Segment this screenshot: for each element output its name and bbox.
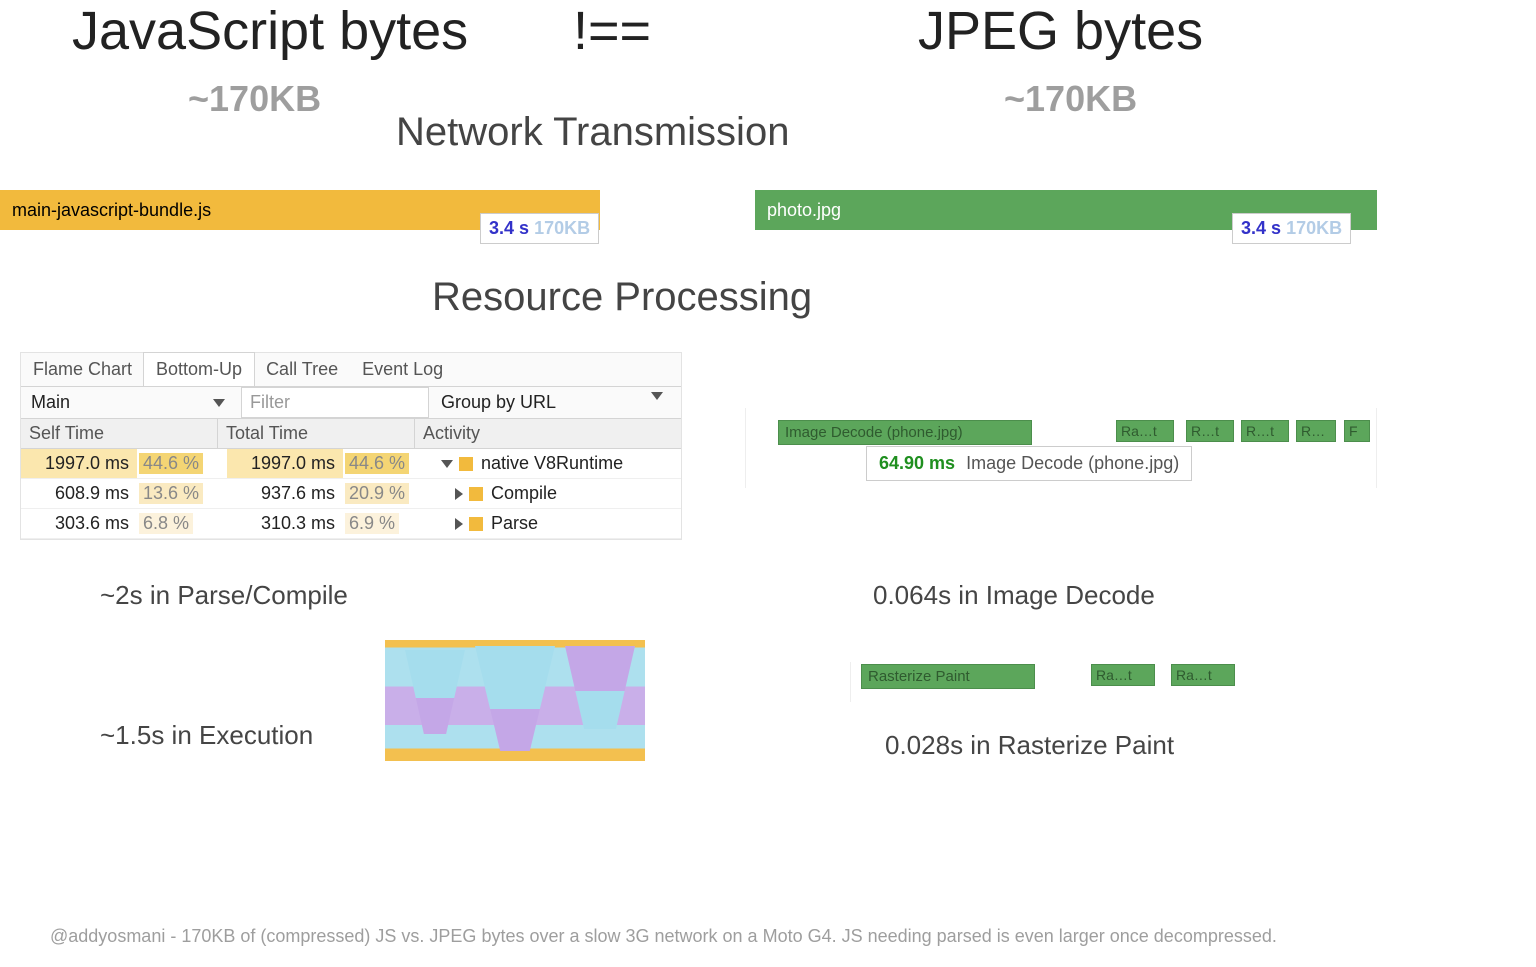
devtools-bottom-up-panel: Flame Chart Bottom-Up Call Tree Event Lo… (20, 352, 682, 540)
resource-heading: Resource Processing (432, 275, 812, 320)
filter-input[interactable]: Filter (241, 387, 429, 418)
expand-arrow-icon[interactable] (455, 518, 463, 530)
right-size: ~170KB (1004, 78, 1137, 120)
table-row[interactable]: 303.6 ms 6.8 % 310.3 ms 6.9 % Parse (21, 509, 681, 539)
tab-call-tree[interactable]: Call Tree (254, 353, 350, 386)
image-decode-summary: 0.064s in Image Decode (873, 580, 1155, 611)
self-pct: 6.8 % (139, 513, 193, 534)
total-time: 310.3 ms (227, 509, 343, 538)
script-color-swatch (469, 517, 483, 531)
tab-bottom-up[interactable]: Bottom-Up (143, 352, 255, 387)
jpg-network-badge: 3.4 s 170KB (1232, 213, 1351, 244)
self-pct: 44.6 % (139, 453, 203, 474)
col-activity[interactable]: Activity (415, 419, 681, 448)
parse-compile-summary: ~2s in Parse/Compile (100, 580, 348, 611)
image-decode-block: Image Decode (phone.jpg) (778, 420, 1032, 445)
jpg-size: 170KB (1286, 218, 1342, 238)
js-size: 170KB (534, 218, 590, 238)
total-pct: 44.6 % (345, 453, 409, 474)
thread-select-value: Main (31, 392, 70, 413)
total-pct: 20.9 % (345, 483, 409, 504)
raster-block: F (1344, 420, 1370, 442)
raster-block: Ra…t (1116, 420, 1174, 442)
execution-summary: ~1.5s in Execution (100, 720, 313, 751)
devtools-tabs: Flame Chart Bottom-Up Call Tree Event Lo… (21, 353, 681, 387)
tooltip-duration: 64.90 ms (879, 453, 955, 473)
raster-block: R… (1296, 420, 1336, 442)
rasterize-track: Rasterize Paint Ra…t Ra…t (850, 662, 1281, 702)
left-title: JavaScript bytes (72, 0, 468, 62)
group-by-select[interactable]: Group by URL (429, 388, 681, 417)
col-total-time[interactable]: Total Time (218, 419, 415, 448)
jpg-file-label: photo.jpg (767, 200, 841, 221)
activity-label: Parse (491, 513, 538, 534)
footer-attribution: @addyosmani - 170KB of (compressed) JS v… (50, 926, 1496, 947)
activity-label: native V8Runtime (481, 453, 623, 474)
self-time: 608.9 ms (21, 479, 137, 508)
total-time: 937.6 ms (227, 479, 343, 508)
self-time: 303.6 ms (21, 509, 137, 538)
tab-event-log[interactable]: Event Log (350, 353, 455, 386)
script-color-swatch (469, 487, 483, 501)
table-row[interactable]: 608.9 ms 13.6 % 937.6 ms 20.9 % Compile (21, 479, 681, 509)
col-self-time[interactable]: Self Time (21, 419, 218, 448)
right-title: JPEG bytes (918, 0, 1203, 62)
jpg-time: 3.4 s (1241, 218, 1281, 238)
raster-block: R…t (1186, 420, 1234, 442)
rasterize-block: Rasterize Paint (861, 664, 1035, 689)
raster-block: R…t (1241, 420, 1289, 442)
network-heading: Network Transmission (396, 110, 789, 155)
thread-select[interactable]: Main (21, 388, 241, 417)
self-time: 1997.0 ms (21, 449, 137, 478)
total-pct: 6.9 % (345, 513, 399, 534)
image-decode-track: Image Decode (phone.jpg) Ra…t R…t R…t R…… (745, 408, 1377, 488)
tab-flame-chart[interactable]: Flame Chart (21, 353, 144, 386)
self-pct: 13.6 % (139, 483, 203, 504)
js-time: 3.4 s (489, 218, 529, 238)
not-equal-text: !== (573, 0, 651, 62)
script-color-swatch (459, 457, 473, 471)
rasterize-summary: 0.028s in Rasterize Paint (885, 730, 1174, 761)
chevron-down-icon (651, 392, 663, 400)
image-decode-tooltip: 64.90 ms Image Decode (phone.jpg) (866, 446, 1192, 481)
js-file-label: main-javascript-bundle.js (12, 200, 211, 221)
flame-chart-thumbnail (385, 640, 645, 795)
total-time: 1997.0 ms (227, 449, 343, 478)
tooltip-label: Image Decode (phone.jpg) (966, 453, 1179, 473)
activity-label: Compile (491, 483, 557, 504)
raster-block: Ra…t (1171, 664, 1235, 686)
expand-arrow-icon[interactable] (441, 460, 453, 468)
group-by-value: Group by URL (441, 392, 556, 413)
expand-arrow-icon[interactable] (455, 488, 463, 500)
left-size: ~170KB (188, 78, 321, 120)
table-row[interactable]: 1997.0 ms 44.6 % 1997.0 ms 44.6 % native… (21, 449, 681, 479)
chevron-down-icon (213, 399, 225, 407)
raster-block: Ra…t (1091, 664, 1155, 686)
js-network-badge: 3.4 s 170KB (480, 213, 599, 244)
